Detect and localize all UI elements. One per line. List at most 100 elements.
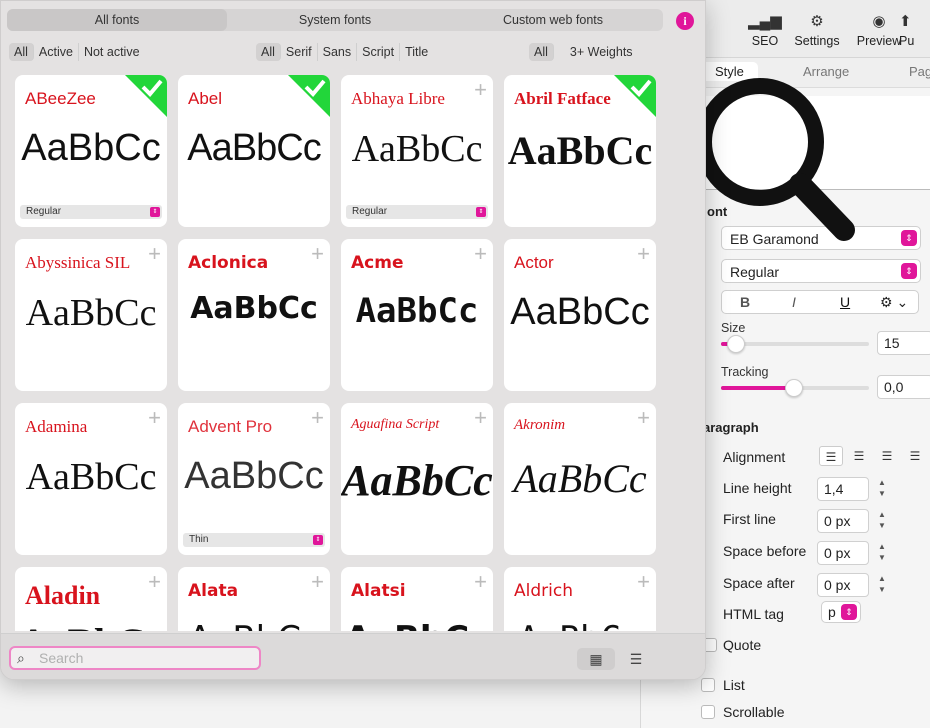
add-font-icon[interactable]: +	[311, 569, 324, 595]
font-card[interactable]: Acme AaBbCc +	[341, 239, 493, 391]
toolbar-seo[interactable]: ▂▄▆ SEO	[735, 12, 795, 48]
filter-weight-all[interactable]: All	[529, 43, 554, 61]
space-before-stepper[interactable]: ▲ ▼	[875, 541, 889, 565]
add-font-icon[interactable]: +	[474, 569, 487, 595]
font-card[interactable]: Abhaya Libre AaBbCc + Regular ⇕	[341, 75, 493, 227]
grid-view-icon[interactable]: ▦	[577, 648, 615, 670]
font-weight-select[interactable]: Thin ⇕	[183, 533, 325, 547]
first-line-stepper[interactable]: ▲ ▼	[875, 509, 889, 533]
font-card[interactable]: Aclonica AaBbCc +	[178, 239, 330, 391]
font-card-sample: AaBbCc	[341, 619, 493, 631]
size-value[interactable]: 15	[877, 331, 930, 355]
font-card-sample: AaBbCc	[351, 128, 483, 170]
add-font-icon[interactable]: +	[148, 569, 161, 595]
align-right-icon[interactable]: ☰	[875, 446, 899, 466]
view-toggle: ▦ ☰	[577, 648, 657, 670]
font-card[interactable]: Akronim AaBbCc +	[504, 403, 656, 555]
font-family-select[interactable]: EB Garamond ⇕	[721, 226, 921, 250]
font-card[interactable]: Abyssinica SIL AaBbCc +	[15, 239, 167, 391]
filter-category-sans[interactable]: Sans	[318, 43, 358, 61]
font-card[interactable]: Alata AaBbCc +	[178, 567, 330, 631]
align-left-icon[interactable]: ☰	[819, 446, 843, 466]
active-check-icon	[288, 75, 330, 117]
size-slider[interactable]	[721, 335, 869, 353]
font-card[interactable]: ABeeZee AaBbCc Regular ⇕	[15, 75, 167, 227]
scrollable-checkbox[interactable]	[701, 705, 715, 719]
tab-all-fonts[interactable]: All fonts	[7, 9, 227, 31]
font-card[interactable]: Aldrich AaBbCc +	[504, 567, 656, 631]
list-checkbox[interactable]	[701, 678, 715, 692]
underline-button[interactable]: U	[840, 294, 850, 310]
text-options-gear-icon[interactable]: ⚙ ⌄	[880, 294, 908, 311]
font-card[interactable]: Abril Fatface AaBbCc	[504, 75, 656, 227]
font-card-sample: AaBbCc	[15, 619, 167, 631]
add-font-icon[interactable]: +	[148, 241, 161, 267]
space-after-input[interactable]: 0 px	[817, 573, 869, 597]
font-grid: ABeeZee AaBbCc Regular ⇕ Abel AaBbCc Abhaya Li…	[1, 75, 705, 631]
filter-status-not-active[interactable]: Not active	[79, 43, 145, 61]
font-card-sample: AaBbCc	[355, 291, 479, 331]
font-weight-select[interactable]: Regular ⇕	[721, 259, 921, 283]
toolbar-settings[interactable]: ⚙ Settings	[787, 12, 847, 48]
tab-custom-web-fonts[interactable]: Custom web fonts	[443, 9, 663, 31]
line-height-input[interactable]: 1,4	[817, 477, 869, 501]
tracking-slider[interactable]	[721, 379, 869, 397]
line-height-stepper[interactable]: ▲ ▼	[875, 477, 889, 501]
bold-button[interactable]: B	[740, 294, 750, 310]
tab-style[interactable]: Style	[701, 62, 758, 81]
font-card[interactable]: Adamina AaBbCc +	[15, 403, 167, 555]
font-card-sample: AaBbCc	[341, 456, 493, 505]
font-card-sample: AaBbCc	[21, 127, 161, 169]
add-font-icon[interactable]: +	[148, 405, 161, 431]
filter-category-all[interactable]: All	[256, 43, 281, 61]
filter-category-title[interactable]: Title	[400, 43, 433, 61]
font-card[interactable]: Advent Pro AaBbCc + Thin ⇕	[178, 403, 330, 555]
list-label: List	[723, 677, 745, 693]
filter-weight-3plus[interactable]: 3+ Weights	[554, 43, 649, 61]
add-font-icon[interactable]: +	[311, 241, 324, 267]
font-weight-select[interactable]: Regular ⇕	[20, 205, 162, 219]
add-font-icon[interactable]: +	[474, 77, 487, 103]
info-icon[interactable]: i	[676, 12, 694, 30]
add-font-icon[interactable]: +	[637, 569, 650, 595]
space-after-label: Space after	[723, 575, 795, 591]
filter-status-all[interactable]: All	[9, 43, 34, 61]
tab-page[interactable]: Pag	[909, 64, 930, 79]
font-card-name: Akronim	[514, 417, 566, 433]
add-font-icon[interactable]: +	[474, 241, 487, 267]
html-tag-select[interactable]: p ⇕	[821, 601, 861, 623]
align-justify-icon[interactable]: ☰	[903, 446, 927, 466]
space-before-input[interactable]: 0 px	[817, 541, 869, 565]
toolbar-publish[interactable]: ⬆ Pu	[899, 12, 930, 48]
tracking-value[interactable]: 0,0	[877, 375, 930, 399]
align-center-icon[interactable]: ☰	[847, 446, 871, 466]
font-card-name: Aguafina Script	[351, 417, 440, 432]
space-after-stepper[interactable]: ▲ ▼	[875, 573, 889, 597]
font-card[interactable]: Abel AaBbCc	[178, 75, 330, 227]
font-card[interactable]: Aguafina Script AaBbCc +	[341, 403, 493, 555]
add-font-icon[interactable]: +	[637, 405, 650, 431]
font-card[interactable]: Alatsi AaBbCc +	[341, 567, 493, 631]
filter-category-serif[interactable]: Serif	[281, 43, 318, 61]
font-card[interactable]: Aladin AaBbCc +	[15, 567, 167, 631]
toolbar-publish-label: Pu	[899, 34, 915, 48]
tab-system-fonts[interactable]: System fonts	[227, 9, 443, 31]
search-icon: ⌕	[17, 650, 25, 666]
list-view-icon[interactable]: ☰	[617, 648, 655, 670]
filter-category-script[interactable]: Script	[357, 43, 401, 61]
italic-button[interactable]: I	[792, 294, 796, 310]
tab-arrange[interactable]: Arrange	[803, 64, 849, 79]
add-font-icon[interactable]: +	[637, 241, 650, 267]
add-font-icon[interactable]: +	[311, 405, 324, 431]
size-slider-knob[interactable]	[727, 335, 745, 353]
search-input[interactable]	[39, 649, 249, 667]
font-card[interactable]: Actor AaBbCc +	[504, 239, 656, 391]
first-line-input[interactable]: 0 px	[817, 509, 869, 533]
toolbar-settings-label: Settings	[794, 34, 840, 48]
font-weight-label: Thin	[189, 534, 209, 545]
tracking-slider-knob[interactable]	[785, 379, 803, 397]
add-font-icon[interactable]: +	[474, 405, 487, 431]
picker-bottom-bar: ⌕ ▦ ☰	[1, 633, 705, 679]
filter-status-active[interactable]: Active	[34, 43, 79, 61]
font-weight-select[interactable]: Regular ⇕	[346, 205, 488, 219]
